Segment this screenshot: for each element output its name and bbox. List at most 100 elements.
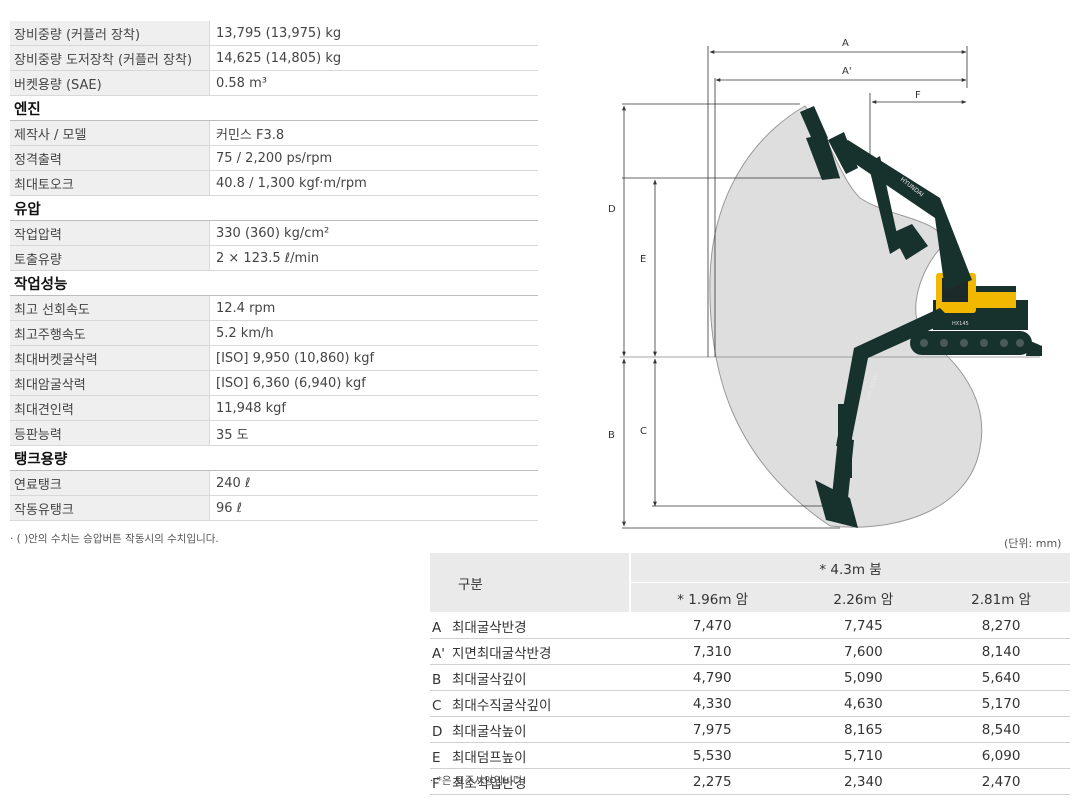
spec-value: 11,948 kgf <box>209 395 538 421</box>
dims-row-label: B 최대굴삭깊이 <box>430 664 630 691</box>
spec-value: 14,625 (14,805) kg <box>209 45 538 71</box>
dims-row: A 최대굴삭반경 7,470 7,745 8,270 <box>430 612 1070 639</box>
dims-table-head: 구분 * 4.3m 붐 * 1.96m 암 2.26m 암 2.81m 암 <box>430 553 1070 613</box>
spec-row: 등판능력 35 도 <box>10 420 538 446</box>
dims-row-code: D <box>432 723 443 740</box>
spec-label: 정격출력 <box>10 145 210 171</box>
spec-label: 토출유량 <box>10 245 210 271</box>
dims-cell: 5,530 <box>630 742 795 769</box>
dim-label-c: C <box>640 426 647 437</box>
working-range-table: 구분 * 4.3m 붐 * 1.96m 암 2.26m 암 2.81m 암 A최… <box>430 553 1070 795</box>
dims-cell: 2,340 <box>794 768 933 795</box>
dims-row-code: A <box>432 619 442 636</box>
spec-label: 버켓용량 (SAE) <box>10 70 210 96</box>
spec-label: 최고 선회속도 <box>10 295 210 321</box>
spec-label: 제작사 / 모델 <box>10 120 210 146</box>
dims-cell: 7,600 <box>794 638 933 665</box>
spec-row: 작업압력 330 (360) kg/cm² <box>10 220 538 246</box>
dims-row-text: 지면최대굴삭반경 <box>452 645 552 662</box>
dims-row: D 최대굴삭높이 7,975 8,165 8,540 <box>430 716 1070 743</box>
dims-row-code: C <box>432 697 442 714</box>
spec-section-header: 유압 <box>10 195 538 221</box>
dims-cell: 8,165 <box>794 716 933 743</box>
dims-cell: 8,270 <box>932 612 1070 639</box>
spec-value: 35 도 <box>209 420 538 446</box>
dims-row: B 최대굴삭깊이 4,790 5,090 5,640 <box>430 664 1070 691</box>
spec-label: 장비중량 도저장착 (커플러 장착) <box>10 45 210 71</box>
dim-label-e: E <box>640 254 646 265</box>
spec-row: 연료탱크 240 ℓ <box>10 470 538 496</box>
dims-row-text: 최대수직굴삭깊이 <box>452 697 552 714</box>
dims-cell: 4,330 <box>630 690 795 717</box>
dims-header-boom: * 4.3m 붐 <box>630 553 1070 583</box>
dims-row-code: E <box>432 749 441 766</box>
dims-table-body: A 최대굴삭반경 7,470 7,745 8,270 A' 지면최대굴삭반경 7,310 7,6… <box>430 612 1070 795</box>
dims-row-text: 최대덤프높이 <box>452 749 527 766</box>
dims-row-code: A' <box>432 645 445 662</box>
spec-label: 최대견인력 <box>10 395 210 421</box>
dims-row: E 최대덤프높이 5,530 5,710 6,090 <box>430 742 1070 769</box>
dims-cell: 8,540 <box>932 716 1070 743</box>
spec-value: 240 ℓ <box>209 470 538 496</box>
spec-row: 최대버켓굴삭력 [ISO] 9,950 (10,860) kgf <box>10 345 538 371</box>
spec-label: 장비중량 (커플러 장착) <box>10 21 210 46</box>
spec-section-title: 엔진 <box>10 95 538 121</box>
dims-header-arm-1: * 1.96m 암 <box>630 582 795 613</box>
spec-label: 작동유탱크 <box>10 495 210 521</box>
spec-value: [ISO] 9,950 (10,860) kgf <box>209 345 538 371</box>
dims-cell: 7,975 <box>630 716 795 743</box>
spec-label: 등판능력 <box>10 420 210 446</box>
spec-label: 최대토오크 <box>10 170 210 196</box>
spec-row: 최고주행속도 5.2 km/h <box>10 320 538 346</box>
track <box>910 331 1032 355</box>
spec-row: 작동유탱크 96 ℓ <box>10 495 538 521</box>
spec-value: 5.2 km/h <box>209 320 538 346</box>
dim-label-d: D <box>608 204 616 215</box>
unit-label: (단위: mm) <box>1004 537 1062 550</box>
spec-label: 연료탱크 <box>10 470 210 496</box>
dims-row-text: 최대굴삭깊이 <box>452 671 527 688</box>
dims-cell: 7,745 <box>794 612 933 639</box>
dims-row-label: A 최대굴삭반경 <box>430 612 630 639</box>
dims-row-code: B <box>432 671 442 688</box>
dims-cell: 7,310 <box>630 638 795 665</box>
spec-section-title: 유압 <box>10 195 538 221</box>
spec-section-title: 탱크용량 <box>10 445 538 471</box>
spec-value: 13,795 (13,975) kg <box>209 21 538 46</box>
dims-header-label: 구분 <box>430 553 631 613</box>
spec-label: 최대암굴삭력 <box>10 370 210 396</box>
dims-cell: 2,275 <box>630 768 795 795</box>
spec-value: 2 × 123.5 ℓ/min <box>209 245 538 271</box>
spec-row: 최대견인력 11,948 kgf <box>10 395 538 421</box>
dims-cell: 4,790 <box>630 664 795 691</box>
spec-row: 정격출력 75 / 2,200 ps/rpm <box>10 145 538 171</box>
dims-cell: 2,470 <box>932 768 1070 795</box>
spec-section-title: 작업성능 <box>10 270 538 296</box>
dims-note: · *은 표준사양입니다. <box>430 775 526 787</box>
dims-row: A' 지면최대굴삭반경 7,310 7,600 8,140 <box>430 638 1070 665</box>
spec-row: 최대토오크 40.8 / 1,300 kgf·m/rpm <box>10 170 538 196</box>
dims-row: C 최대수직굴삭깊이 4,330 4,630 5,170 <box>430 690 1070 717</box>
spec-section-header: 탱크용량 <box>10 445 538 471</box>
dims-row-label: E 최대덤프높이 <box>430 742 630 769</box>
spec-note: · ( )안의 수치는 승압버튼 작동시의 수치입니다. <box>10 533 219 545</box>
spec-table: 장비중량 (커플러 장착) 13,795 (13,975) kg 장비중량 도저장착… <box>10 21 538 521</box>
dims-header-arm-2: 2.26m 암 <box>794 582 933 613</box>
spec-row: 최고 선회속도 12.4 rpm <box>10 295 538 321</box>
dims-row: F 최소작업반경 2,275 2,340 2,470 <box>430 768 1070 795</box>
dims-header-arm-3: 2.81m 암 <box>932 582 1070 613</box>
dims-row-text: 최대굴삭높이 <box>452 723 527 740</box>
dim-label-b: B <box>608 430 615 441</box>
spec-label: 최대버켓굴삭력 <box>10 345 210 371</box>
dim-label-f: F <box>915 90 921 101</box>
dims-row-text: 최대굴삭반경 <box>452 619 527 636</box>
spec-row: 버켓용량 (SAE) 0.58 m³ <box>10 70 538 96</box>
spec-row: 제작사 / 모델 커민스 F3.8 <box>10 120 538 146</box>
dims-cell: 7,470 <box>630 612 795 639</box>
spec-value: 40.8 / 1,300 kgf·m/rpm <box>209 170 538 196</box>
spec-value: 96 ℓ <box>209 495 538 521</box>
dims-row-label: A' 지면최대굴삭반경 <box>430 638 630 665</box>
spec-value: 75 / 2,200 ps/rpm <box>209 145 538 171</box>
spec-label: 작업압력 <box>10 220 210 246</box>
dim-label-a: A <box>842 38 849 49</box>
